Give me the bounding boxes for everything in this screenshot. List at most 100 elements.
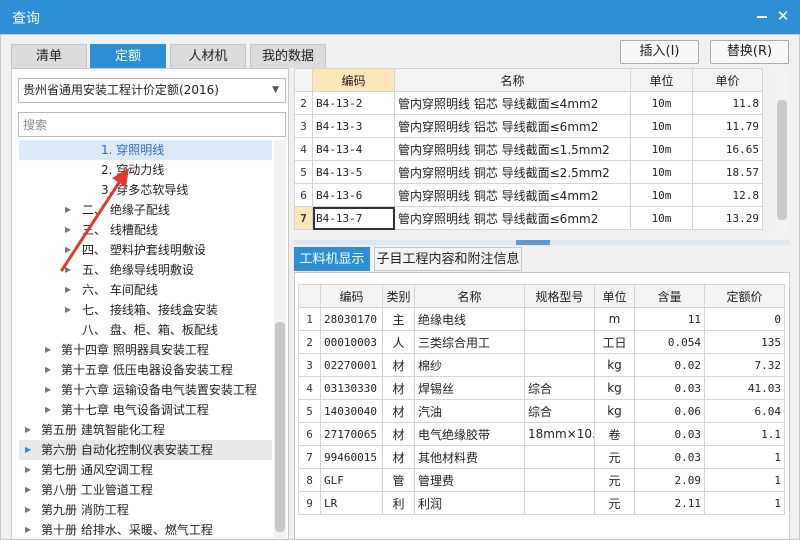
cell-name[interactable]: 焊锡丝 [414,376,525,400]
cell-type[interactable]: 材 [382,353,415,377]
column-header-unit[interactable]: 单位 [594,284,635,308]
cell-type[interactable]: 利 [382,491,415,515]
chevron-right-icon[interactable]: ▶ [25,420,31,440]
cell-spec[interactable]: 综合 [524,376,595,400]
tree-item[interactable]: ▶ 四、 塑料护套线明敷设 [19,240,272,260]
cell-type[interactable]: 主 [382,307,415,331]
chevron-right-icon[interactable]: ▶ [25,480,31,500]
table-row[interactable]: 2 00010003 人 三类综合用工 工日 0.054 135 [298,330,785,354]
cell-price[interactable]: 12.8 [692,183,763,207]
cell-name[interactable]: 管内穿照明线 铝芯 导线截面≤6mm2 [394,114,631,138]
tree-item[interactable]: ▶ 六、 车间配线 [19,280,272,300]
table-row[interactable]: 6 B4-13-6 管内穿照明线 铜芯 导线截面≤4mm2 10m 12.8 [294,183,763,207]
cell-unit[interactable]: kg [594,399,635,423]
chevron-right-icon[interactable]: ▶ [65,240,71,260]
cell-quota-price[interactable]: 1 [704,468,785,492]
tree-item[interactable]: ▶ 第十册 给排水、采暖、燃气工程 [19,520,272,538]
cell-quota-price[interactable]: 0 [704,307,785,331]
cell-name[interactable]: 管内穿照明线 铝芯 导线截面≤4mm2 [394,91,631,115]
cell-name[interactable]: 绝缘电线 [414,307,525,331]
cell-code[interactable]: 27170065 [320,422,383,446]
cell-spec[interactable]: 18mm×10… [524,422,595,446]
cell-name[interactable]: 管内穿照明线 铜芯 导线截面≤4mm2 [394,183,631,207]
quota-library-select[interactable]: 贵州省通用安装工程计价定额(2016) ▼ [18,78,286,103]
cell-unit[interactable]: 10m [630,160,693,184]
cell-unit[interactable]: 工日 [594,330,635,354]
chevron-right-icon[interactable]: ▶ [45,400,51,420]
tree-item[interactable]: ▶ 第六册 自动化控制仪表安装工程 [19,440,272,460]
cell-quantity[interactable]: 0.02 [634,353,705,377]
tab-material-display[interactable]: 工料机显示 [294,247,370,271]
table-row[interactable]: 7 99460015 材 其他材料费 元 0.03 1 [298,445,785,469]
cell-price[interactable]: 13.29 [692,206,763,230]
cell-quantity[interactable]: 0.03 [634,376,705,400]
cell-unit[interactable]: m [594,307,635,331]
insert-button[interactable]: 插入(I) [620,40,699,64]
chevron-right-icon[interactable]: ▶ [65,200,71,220]
cell-price[interactable]: 11.8 [692,91,763,115]
tree-item[interactable]: ▶ 五、 绝缘导线明敷设 [19,260,272,280]
cell-name[interactable]: 三类综合用工 [414,330,525,354]
cell-quota-price[interactable]: 1.1 [704,422,785,446]
column-header-type[interactable]: 类别 [382,284,415,308]
cell-type[interactable]: 材 [382,399,415,423]
tree-item[interactable]: 3. 穿多芯软导线 [19,180,272,200]
tab-bill[interactable]: 清单 [11,44,87,68]
cell-quota-price[interactable]: 7.32 [704,353,785,377]
cell-name[interactable]: 管内穿照明线 铜芯 导线截面≤6mm2 [394,206,631,230]
cell-spec[interactable] [524,445,595,469]
tree-item[interactable]: ▶ 二、 绝缘子配线 [19,200,272,220]
tree-item[interactable]: ▶ 三、 线槽配线 [19,220,272,240]
cell-type[interactable]: 材 [382,445,415,469]
tab-materials[interactable]: 人材机 [170,44,246,68]
column-header-price[interactable]: 单价 [692,68,763,92]
chevron-right-icon[interactable]: ▶ [45,360,51,380]
table-row-current[interactable]: 7 B4-13-7 管内穿照明线 铜芯 导线截面≤6mm2 10m 13.29 [294,206,763,230]
cell-quota-price[interactable]: 1 [704,491,785,515]
cell-code[interactable]: B4-13-4 [312,137,395,161]
tree-item[interactable]: ▶ 第十七章 电气设备调试工程 [19,400,272,420]
cell-name[interactable]: 电气绝缘胶带 [414,422,525,446]
column-header-code[interactable]: 编码 [312,68,395,92]
cell-spec[interactable] [524,330,595,354]
cell-code[interactable]: 03130330 [320,376,383,400]
cell-price[interactable]: 16.65 [692,137,763,161]
column-header-spec[interactable]: 规格型号 [524,284,595,308]
cell-unit[interactable]: 卷 [594,422,635,446]
cell-name[interactable]: 棉纱 [414,353,525,377]
cell-code[interactable]: B4-13-3 [312,114,395,138]
cell-code[interactable]: 00010003 [320,330,383,354]
cell-quota-price[interactable]: 135 [704,330,785,354]
cell-unit[interactable]: 元 [594,468,635,492]
cell-spec[interactable]: 综合 [524,399,595,423]
cell-quantity[interactable]: 2.09 [634,468,705,492]
chevron-right-icon[interactable]: ▶ [45,380,51,400]
cell-unit[interactable]: 元 [594,491,635,515]
cell-price[interactable]: 11.79 [692,114,763,138]
cell-code[interactable]: 28030170 [320,307,383,331]
chevron-right-icon[interactable]: ▶ [65,220,71,240]
close-icon[interactable]: ✕ [776,9,790,24]
cell-quantity[interactable]: 0.054 [634,330,705,354]
cell-unit[interactable]: 10m [630,91,693,115]
cell-unit[interactable]: 10m [630,183,693,207]
tree-scrollbar-thumb[interactable] [275,322,285,532]
cell-name[interactable]: 利润 [414,491,525,515]
cell-quantity[interactable]: 11 [634,307,705,331]
cell-unit[interactable]: 10m [630,206,693,230]
cell-code[interactable]: B4-13-2 [312,91,395,115]
cell-type[interactable]: 材 [382,376,415,400]
tree-item[interactable]: 八、 盘、柜、箱、板配线 [19,320,272,340]
chevron-right-icon[interactable]: ▶ [65,280,71,300]
table-row[interactable]: 5 14030040 材 汽油 综合 kg 0.06 6.04 [298,399,785,423]
cell-spec[interactable] [524,353,595,377]
cell-name[interactable]: 汽油 [414,399,525,423]
tab-work-content[interactable]: 子目工程内容和附注信息 [374,247,522,271]
minimize-icon[interactable] [755,9,769,23]
table-row[interactable]: 4 03130330 材 焊锡丝 综合 kg 0.03 41.03 [298,376,785,400]
tree-item[interactable]: 1. 穿照明线 [19,140,272,160]
cell-name[interactable]: 其他材料费 [414,445,525,469]
cell-code[interactable]: LR [320,491,383,515]
cell-quota-price[interactable]: 1 [704,445,785,469]
table-row[interactable]: 2 B4-13-2 管内穿照明线 铝芯 导线截面≤4mm2 10m 11.8 [294,91,763,115]
